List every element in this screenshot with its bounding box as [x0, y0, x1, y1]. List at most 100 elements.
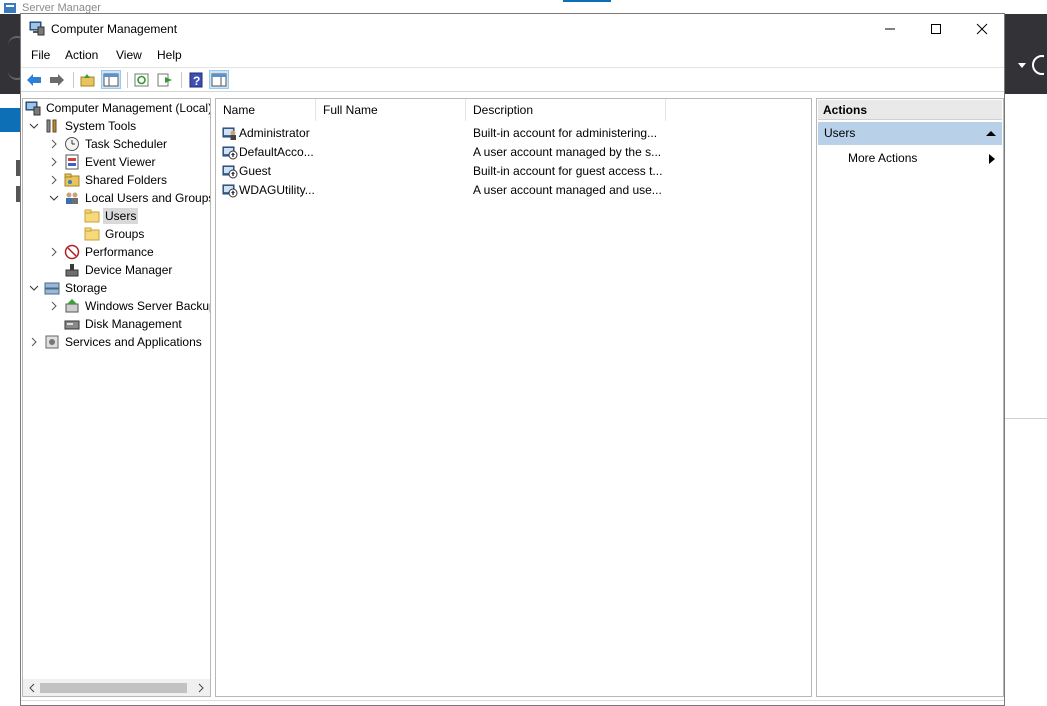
- user-description-cell: A user account managed by the s...: [473, 145, 662, 159]
- table-row[interactable]: Administrator Built-in account for admin…: [220, 124, 810, 143]
- toolbar-separator: [181, 72, 182, 88]
- export-list-button[interactable]: [155, 70, 175, 89]
- user-name-cell: DefaultAcco...: [239, 145, 314, 159]
- tree-node-storage[interactable]: Storage: [27, 279, 109, 297]
- submenu-arrow-icon: [989, 154, 995, 164]
- up-folder-icon: [80, 73, 95, 86]
- maximize-icon: [931, 24, 941, 34]
- tree-node-performance[interactable]: Performance: [47, 243, 156, 261]
- toolbar-separator: [127, 72, 128, 88]
- tree-label-system-tools: System Tools: [65, 119, 137, 133]
- table-row[interactable]: DefaultAcco... A user account managed by…: [220, 143, 810, 162]
- scrollbar-thumb[interactable]: [40, 683, 187, 693]
- tree-node-local-users-groups[interactable]: Local Users and Groups: [47, 189, 210, 207]
- up-one-level-button[interactable]: [78, 70, 98, 89]
- column-header-description[interactable]: Description: [466, 99, 666, 121]
- forward-button[interactable]: [47, 70, 67, 89]
- scroll-right-icon[interactable]: [194, 681, 208, 695]
- help-button[interactable]: ?: [186, 70, 206, 89]
- tree-node-groups[interactable]: Groups: [84, 225, 146, 243]
- column-header-name[interactable]: Name: [216, 99, 316, 121]
- collapse-up-icon[interactable]: [986, 130, 996, 137]
- refresh-icon: [134, 73, 149, 86]
- chevron-right-icon[interactable]: [47, 173, 61, 187]
- tree-node-shared-folders[interactable]: Shared Folders: [47, 171, 169, 189]
- divider: [1005, 418, 1047, 419]
- chevron-down-icon[interactable]: [27, 119, 41, 133]
- tree-node-system-tools[interactable]: System Tools: [27, 117, 138, 135]
- chevron-down-icon[interactable]: [47, 191, 61, 205]
- forward-arrow-icon: [50, 73, 64, 86]
- column-header-full-name[interactable]: Full Name: [316, 99, 466, 121]
- user-name-cell: Administrator: [239, 126, 310, 140]
- window-title: Computer Management: [51, 22, 178, 36]
- chevron-right-icon[interactable]: [47, 299, 61, 313]
- tools-icon: [44, 118, 60, 134]
- tree-node-services-apps[interactable]: Services and Applications: [27, 333, 204, 351]
- computer-management-icon: [25, 100, 41, 116]
- title-bar: Computer Management: [21, 14, 1004, 44]
- more-actions-label: More Actions: [848, 151, 918, 165]
- show-hide-tree-icon: [103, 73, 119, 86]
- tree-label-root: Computer Management (Local): [46, 101, 211, 115]
- notification-flag-icon[interactable]: [1014, 51, 1044, 81]
- svg-text:?: ?: [193, 74, 200, 88]
- server-manager-icon: [4, 3, 16, 13]
- chevron-down-icon[interactable]: [27, 281, 41, 295]
- computer-management-window: Computer Management File Action View Hel…: [20, 13, 1005, 706]
- menu-help[interactable]: Help: [157, 48, 182, 62]
- scroll-left-icon[interactable]: [25, 681, 39, 695]
- show-hide-action-pane-button[interactable]: [209, 70, 229, 89]
- table-row[interactable]: Guest Built-in account for guest access …: [220, 162, 810, 181]
- tree-label-groups: Groups: [105, 227, 145, 241]
- show-hide-console-tree-button[interactable]: [101, 70, 121, 89]
- tree-label-windows-server-backup: Windows Server Backup: [85, 299, 211, 313]
- menu-file[interactable]: File: [31, 48, 50, 62]
- tree-node-windows-server-backup[interactable]: Windows Server Backup: [47, 297, 211, 315]
- more-actions-item[interactable]: More Actions: [848, 150, 917, 166]
- tree-label-storage: Storage: [65, 281, 108, 295]
- back-button[interactable]: [24, 70, 44, 89]
- event-log-icon: [64, 154, 80, 170]
- close-icon: [976, 23, 988, 35]
- status-bar: [21, 700, 1004, 701]
- server-manager-content: [1005, 94, 1047, 706]
- device-manager-icon: [64, 262, 80, 278]
- tree-node-root[interactable]: Computer Management (Local): [25, 99, 211, 117]
- tree-node-disk-management[interactable]: Disk Management: [47, 315, 184, 333]
- tree-label-services-apps: Services and Applications: [65, 335, 202, 349]
- maximize-button[interactable]: [913, 14, 959, 44]
- toolbar-separator: [73, 72, 74, 88]
- storage-icon: [44, 280, 60, 296]
- server-manager-sidebar-selected[interactable]: [0, 108, 20, 132]
- close-button[interactable]: [959, 14, 1005, 44]
- folder-icon: [84, 208, 100, 224]
- tree-node-device-manager[interactable]: Device Manager: [47, 261, 174, 279]
- user-description-cell: Built-in account for guest access t...: [473, 164, 663, 178]
- menu-view[interactable]: View: [116, 48, 142, 62]
- minimize-button[interactable]: [867, 14, 913, 44]
- chevron-right-icon[interactable]: [47, 137, 61, 151]
- export-list-icon: [157, 73, 172, 86]
- chevron-right-icon[interactable]: [47, 155, 61, 169]
- chevron-right-icon[interactable]: [27, 335, 41, 349]
- tree-node-event-viewer[interactable]: Event Viewer: [47, 153, 157, 171]
- chevron-right-icon[interactable]: [47, 245, 61, 259]
- refresh-button[interactable]: [132, 70, 152, 89]
- actions-pane: Actions Users More Actions: [816, 98, 1004, 697]
- services-icon: [44, 334, 60, 350]
- tree-horizontal-scrollbar[interactable]: [23, 679, 210, 696]
- tree-label-device-manager: Device Manager: [85, 263, 173, 277]
- show-hide-action-pane-icon: [211, 73, 227, 86]
- tree-node-task-scheduler[interactable]: Task Scheduler: [47, 135, 169, 153]
- performance-icon: [64, 244, 80, 260]
- tree-label-shared-folders: Shared Folders: [85, 173, 168, 187]
- tree-node-users[interactable]: Users: [84, 207, 139, 225]
- table-row[interactable]: WDAGUtility... A user account managed an…: [220, 181, 810, 200]
- actions-section-users[interactable]: Users: [818, 122, 1002, 145]
- tree-label-event-viewer: Event Viewer: [85, 155, 156, 169]
- menu-action[interactable]: Action: [65, 48, 98, 62]
- users-list-view: Name Full Name Description Administrator…: [215, 98, 812, 697]
